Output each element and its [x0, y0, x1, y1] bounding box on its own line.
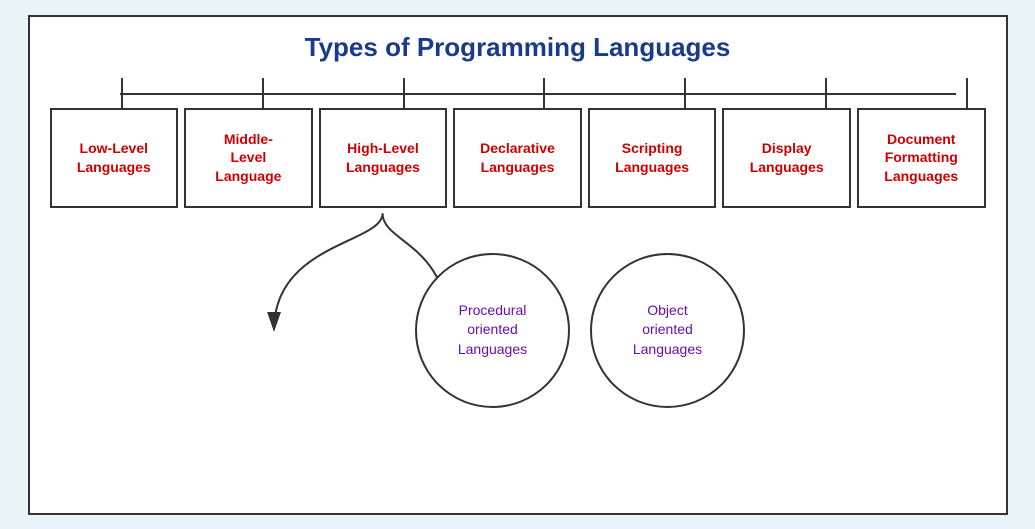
box-high-level: High-LevelLanguages — [319, 108, 448, 208]
box-scripting: ScriptingLanguages — [588, 108, 717, 208]
boxes-row: Low-LevelLanguages Middle-LevelLanguage … — [50, 108, 986, 208]
box-low-level: Low-LevelLanguages — [50, 108, 179, 208]
vdrop-4 — [543, 78, 545, 108]
horizontal-line — [120, 93, 956, 95]
box-declarative: DeclarativeLanguages — [453, 108, 582, 208]
vdrop-3 — [403, 78, 405, 108]
circle-object-oriented: ObjectorientedLanguages — [590, 253, 745, 408]
vdrop-6 — [825, 78, 827, 108]
vdrop-1 — [121, 78, 123, 108]
vdrop-2 — [262, 78, 264, 108]
box-document-formatting: DocumentFormattingLanguages — [857, 108, 986, 208]
diagram-title: Types of Programming Languages — [40, 27, 996, 68]
diagram-container: Types of Programming Languages Low-Level… — [28, 15, 1008, 515]
circle-procedural: ProceduralorientedLanguages — [415, 253, 570, 408]
connector-area — [50, 78, 986, 108]
vdrop-7 — [966, 78, 968, 108]
box-middle-level: Middle-LevelLanguage — [184, 108, 313, 208]
vdrop-5 — [684, 78, 686, 108]
circles-row: ProceduralorientedLanguages Objectorient… — [40, 253, 996, 408]
box-display: DisplayLanguages — [722, 108, 851, 208]
lower-section: ProceduralorientedLanguages Objectorient… — [40, 213, 996, 403]
